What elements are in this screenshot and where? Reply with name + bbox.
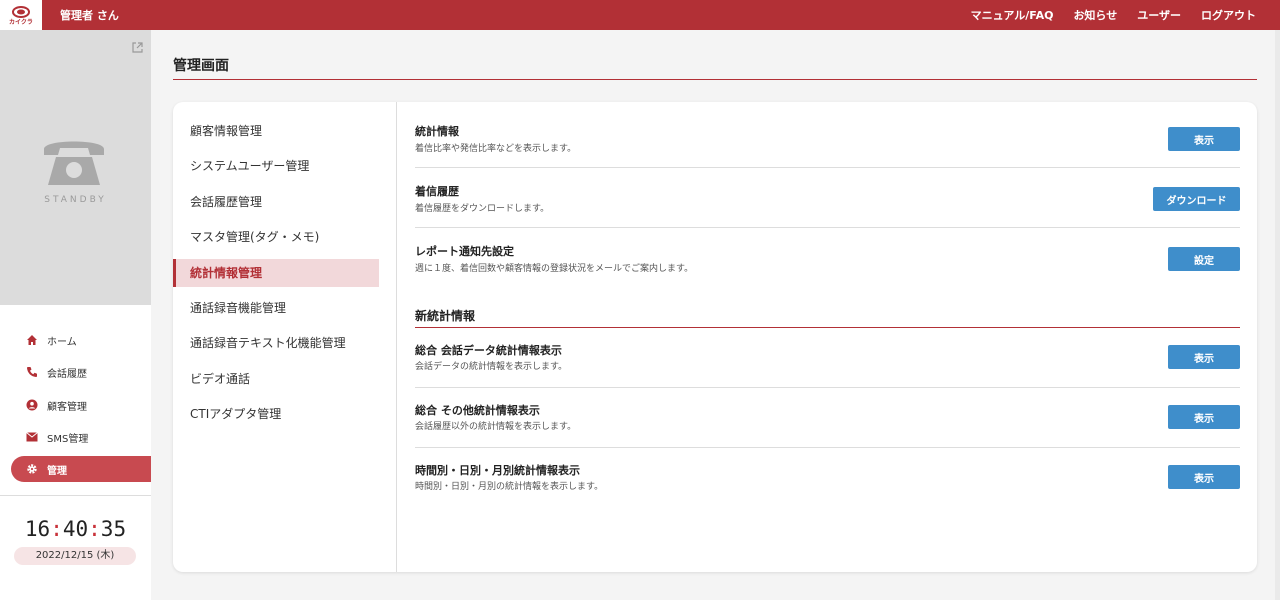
page-title: 管理画面: [173, 58, 229, 74]
row-title: 着信履歴: [415, 185, 459, 198]
user-link[interactable]: ユーザー: [1137, 7, 1181, 23]
row-title: レポート通知先設定: [415, 245, 514, 258]
row-description: 着信比率や発信比率などを表示します。: [415, 144, 577, 154]
menu-item-statistics[interactable]: 統計情報管理: [173, 259, 379, 287]
stat-row: 統計情報 着信比率や発信比率などを表示します。 表示: [415, 108, 1240, 168]
clock-hours: 16: [24, 517, 51, 541]
telephone-icon: [42, 135, 106, 191]
menu-item-call-recording[interactable]: 通話録音機能管理: [173, 294, 379, 322]
menu-item-cti-adapter[interactable]: CTIアダプタ管理: [173, 400, 379, 428]
main-area: 管理画面 顧客情報管理 システムユーザー管理 会話履歴管理 マスタ管理(タグ・メ…: [151, 30, 1280, 600]
section-title: 新統計情報: [415, 309, 476, 323]
stat-row: 総合 その他統計情報表示 会話履歴以外の統計情報を表示します。 表示: [415, 388, 1240, 448]
logo[interactable]: カイクラ: [0, 0, 42, 30]
nav-item-label: 会話履歴: [47, 368, 87, 380]
row-title: 総合 会話データ統計情報表示: [415, 344, 562, 357]
stat-row: レポート通知先設定 週に１度、着信回数や顧客情報の登録状況をメールでご案内します…: [415, 228, 1240, 288]
gear-icon: [25, 462, 39, 476]
left-nav: ホーム 会話履歴 顧客管理 SMS管理 管理 16:40:35 2022/12/…: [0, 305, 162, 600]
home-icon: [25, 333, 39, 347]
nav-item-label: 管理: [47, 465, 67, 477]
news-link[interactable]: お知らせ: [1073, 7, 1117, 23]
logout-link[interactable]: ログアウト: [1201, 7, 1256, 23]
show-time-stats-button[interactable]: 表示: [1168, 465, 1240, 489]
nav-item-customers[interactable]: 顧客管理: [0, 392, 151, 418]
stat-row: 着信履歴 着信履歴をダウンロードします。 ダウンロード: [415, 168, 1240, 228]
menu-item-system-users[interactable]: システムユーザー管理: [173, 152, 379, 180]
row-description: 週に１度、着信回数や顧客情報の登録状況をメールでご案内します。: [415, 264, 694, 274]
report-settings-button[interactable]: 設定: [1168, 247, 1240, 271]
logo-icon: [12, 5, 30, 18]
phone-icon: [25, 365, 39, 379]
download-incoming-history-button[interactable]: ダウンロード: [1153, 187, 1240, 211]
row-description: 着信履歴をダウンロードします。: [415, 204, 550, 214]
menu-item-video-call[interactable]: ビデオ通話: [173, 365, 379, 393]
show-statistics-button[interactable]: 表示: [1168, 127, 1240, 151]
row-description: 会話履歴以外の統計情報を表示します。: [415, 422, 577, 432]
stat-row: 総合 会話データ統計情報表示 会話データの統計情報を表示します。 表示: [415, 328, 1240, 388]
show-conversation-stats-button[interactable]: 表示: [1168, 345, 1240, 369]
admin-card: 顧客情報管理 システムユーザー管理 会話履歴管理 マスタ管理(タグ・メモ) 統計…: [173, 102, 1257, 572]
row-description: 会話データの統計情報を表示します。: [415, 362, 568, 372]
row-title: 統計情報: [415, 125, 459, 138]
nav-item-home[interactable]: ホーム: [0, 327, 151, 353]
row-description: 時間別・日別・月別の統計情報を表示します。: [415, 482, 604, 492]
admin-menu: 顧客情報管理 システムユーザー管理 会話履歴管理 マスタ管理(タグ・メモ) 統計…: [173, 102, 397, 572]
row-title: 時間別・日別・月別統計情報表示: [415, 464, 580, 477]
clock: 16:40:35: [24, 517, 127, 541]
nav-item-call-history[interactable]: 会話履歴: [0, 359, 151, 385]
nav-item-label: SMS管理: [47, 433, 89, 445]
nav-item-label: ホーム: [47, 336, 77, 348]
top-links: マニュアル/FAQ お知らせ ユーザー ログアウト: [971, 7, 1256, 23]
manual-faq-link[interactable]: マニュアル/FAQ: [971, 7, 1054, 23]
stat-row: 時間別・日別・月別統計情報表示 時間別・日別・月別の統計情報を表示します。 表示: [415, 448, 1240, 508]
logo-text: カイクラ: [9, 18, 33, 26]
menu-item-master[interactable]: マスタ管理(タグ・メモ): [173, 223, 379, 251]
menu-item-recording-transcription[interactable]: 通話録音テキスト化機能管理: [173, 329, 379, 357]
clock-seconds: 35: [100, 517, 127, 541]
menu-item-conversation-history[interactable]: 会話履歴管理: [173, 188, 379, 216]
standby-status: STANDBY: [44, 195, 107, 205]
mail-icon: [25, 430, 39, 444]
statistics-content: 統計情報 着信比率や発信比率などを表示します。 表示 着信履歴 着信履歴をダウン…: [415, 102, 1240, 572]
phone-panel: STANDBY: [0, 30, 151, 305]
top-bar: カイクラ 管理者 さん マニュアル/FAQ お知らせ ユーザー ログアウト: [0, 0, 1280, 30]
user-circle-icon: [25, 398, 39, 412]
show-other-stats-button[interactable]: 表示: [1168, 405, 1240, 429]
menu-item-customer-info[interactable]: 顧客情報管理: [173, 117, 379, 145]
scrollbar[interactable]: [1275, 30, 1280, 600]
popout-icon[interactable]: [132, 38, 143, 57]
date-display: 2022/12/15 (木): [14, 547, 136, 565]
nav-divider: [0, 495, 151, 496]
user-name: 管理者 さん: [60, 9, 119, 22]
row-title: 総合 その他統計情報表示: [415, 404, 540, 417]
title-rule: [173, 79, 1257, 80]
nav-item-admin[interactable]: 管理: [11, 456, 162, 482]
clock-minutes: 40: [62, 517, 89, 541]
nav-item-sms[interactable]: SMS管理: [0, 424, 151, 450]
nav-item-label: 顧客管理: [47, 401, 87, 413]
